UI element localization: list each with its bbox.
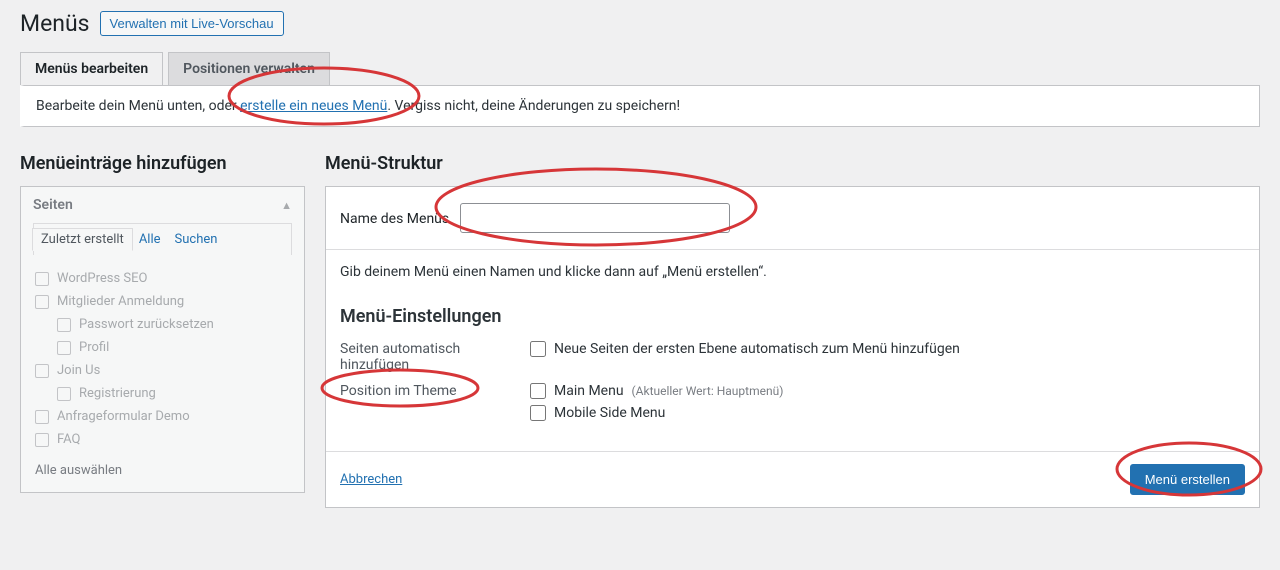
theme-position-note: (Aktueller Wert: Hauptmenü) — [632, 384, 784, 398]
page-list: WordPress SEO Mitglieder Anmeldung Passwor… — [33, 263, 292, 459]
menu-name-hint: Gib deinem Menü einen Namen und klicke d… — [340, 264, 1245, 280]
pages-subtabs: Zuletzt erstellt Alle Suchen — [33, 223, 292, 255]
menu-structure-heading: Menü-Struktur — [325, 153, 1260, 174]
nav-tabs: Menüs bearbeiten Positionen verwalten — [20, 51, 1260, 86]
subtab-recent[interactable]: Zuletzt erstellt — [32, 228, 133, 251]
list-item-label: FAQ — [57, 432, 80, 447]
page-title: Menüs — [20, 10, 90, 37]
select-all-link[interactable]: Alle auswählen — [33, 459, 292, 482]
list-item[interactable]: Join Us — [33, 359, 292, 382]
list-item[interactable]: Mitglieder Anmeldung — [33, 290, 292, 313]
create-menu-button[interactable]: Menü erstellen — [1130, 464, 1245, 495]
theme-position-option[interactable]: Main Menu (Aktueller Wert: Hauptmenü) — [530, 383, 783, 399]
menu-name-label: Name des Menüs — [340, 211, 449, 227]
subtab-search[interactable]: Suchen — [175, 232, 218, 247]
checkbox-icon[interactable] — [35, 433, 49, 447]
notice-bar: Bearbeite dein Menü unten, oder erstelle… — [20, 85, 1260, 127]
theme-position-option[interactable]: Mobile Side Menu — [530, 405, 783, 421]
theme-position-text: Main Menu — [554, 383, 624, 399]
list-item[interactable]: WordPress SEO — [33, 267, 292, 290]
menu-settings-heading: Menü-Einstellungen — [340, 306, 1245, 327]
list-item[interactable]: Profil — [33, 336, 292, 359]
checkbox-icon[interactable] — [57, 318, 71, 332]
cancel-link[interactable]: Abbrechen — [340, 472, 402, 487]
menu-name-input[interactable] — [460, 203, 730, 233]
checkbox-icon[interactable] — [57, 341, 71, 355]
list-item[interactable]: FAQ — [33, 428, 292, 451]
list-item-label: Profil — [79, 340, 109, 355]
auto-add-option[interactable]: Neue Seiten der ersten Ebene automatisch… — [530, 341, 960, 357]
checkbox-icon[interactable] — [35, 410, 49, 424]
sort-icon: ▲ — [281, 199, 292, 212]
menu-panel: Name des Menüs Gib deinem Menü einen Nam… — [325, 186, 1260, 508]
notice-prefix: Bearbeite dein Menü unten, oder — [36, 98, 240, 114]
theme-positions: Main Menu (Aktueller Wert: Hauptmenü) Mob… — [530, 383, 783, 427]
list-item-label: WordPress SEO — [57, 271, 147, 286]
auto-add-option-text: Neue Seiten der ersten Ebene automatisch… — [554, 341, 960, 357]
checkbox-icon[interactable] — [35, 364, 49, 378]
list-item-label: Anfrageformular Demo — [57, 409, 190, 424]
checkbox-icon[interactable] — [35, 272, 49, 286]
tab-edit-menus[interactable]: Menüs bearbeiten — [20, 52, 163, 86]
list-item-label: Join Us — [57, 363, 100, 378]
checkbox-icon[interactable] — [57, 387, 71, 401]
create-new-menu-link[interactable]: erstelle ein neues Menü — [240, 98, 387, 114]
theme-position-label: Position im Theme — [340, 383, 530, 427]
list-item[interactable]: Registrierung — [33, 382, 292, 405]
notice-suffix: . Vergiss nicht, deine Änderungen zu spe… — [387, 98, 680, 114]
add-items-heading: Menüeinträge hinzufügen — [20, 153, 305, 174]
pages-metabox: Seiten ▲ Zuletzt erstellt Alle Suchen Wo… — [20, 186, 305, 493]
theme-position-text: Mobile Side Menu — [554, 405, 665, 421]
list-item-label: Registrierung — [79, 386, 156, 401]
auto-add-label: Seiten automatisch hinzufügen — [340, 341, 530, 373]
pages-metabox-title: Seiten — [33, 197, 73, 213]
list-item-label: Passwort zurücksetzen — [79, 317, 214, 332]
auto-add-checkbox[interactable] — [530, 341, 546, 357]
list-item[interactable]: Passwort zurücksetzen — [33, 313, 292, 336]
live-preview-button[interactable]: Verwalten mit Live-Vorschau — [100, 11, 284, 36]
checkbox-icon[interactable] — [35, 295, 49, 309]
subtab-all[interactable]: Alle — [139, 232, 161, 247]
pages-metabox-toggle[interactable]: Seiten ▲ — [21, 187, 304, 223]
theme-position-checkbox[interactable] — [530, 405, 546, 421]
list-item-label: Mitglieder Anmeldung — [57, 294, 184, 309]
tab-manage-positions[interactable]: Positionen verwalten — [168, 52, 330, 86]
list-item[interactable]: Anfrageformular Demo — [33, 405, 292, 428]
theme-position-checkbox[interactable] — [530, 383, 546, 399]
